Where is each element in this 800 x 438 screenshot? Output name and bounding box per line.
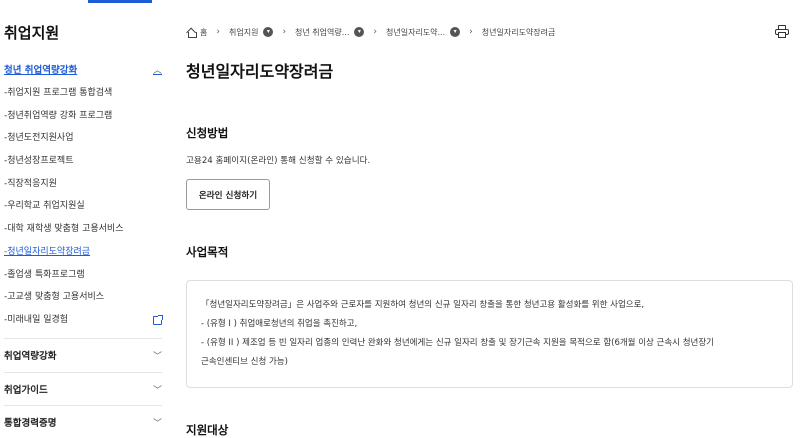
sidebar-section-youth-employment[interactable]: 청년 취업역량강화 ︿ [4, 60, 162, 78]
sidebar-divider [4, 338, 162, 339]
breadcrumb-home[interactable]: 홈 [200, 27, 207, 38]
sidebar-item[interactable]: -미래내일 일경험 [4, 309, 163, 332]
home-icon[interactable] [186, 28, 197, 38]
chevron-up-icon[interactable]: ︿ [153, 63, 162, 76]
breadcrumb: 홈 › 취업지원 ▾ › 청년 취업역량... ▾ › 청년일자리도약... ▾… [186, 24, 555, 40]
breadcrumb-current: 청년일자리도약장려금 [481, 27, 556, 37]
sidebar-section-label: 통합경력증명 [4, 418, 57, 429]
breadcrumb-item[interactable]: 청년일자리도약... [386, 27, 445, 38]
sidebar-item-label: -청년성장프로젝트 [4, 156, 74, 167]
sidebar-item[interactable]: -대학 재학생 맞춤형 고용서비스 [4, 218, 162, 241]
purpose-line: - (유형 II ) 제조업 등 빈 일자리 업종의 인력난 완화와 청년에게는… [201, 338, 714, 348]
sidebar-divider [4, 372, 162, 373]
sidebar-item[interactable]: -청년취업역량 강화 프로그램 [4, 105, 162, 128]
online-apply-button[interactable]: 온라인 신청하기 [186, 179, 270, 210]
sidebar-item-label: -청년도전지원사업 [4, 133, 74, 144]
purpose-line: - (유형 I ) 취업애로청년의 취업을 촉진하고, [201, 319, 358, 329]
sidebar-item-label: -취업지원 프로그램 통합검색 [4, 88, 113, 98]
sidebar-item-label: -직장적응지원 [4, 178, 57, 189]
sidebar-section-label: 청년 취업역량강화 [4, 65, 78, 76]
purpose-box: 「청년일자리도약장려금」은 사업주와 근로자를 지원하여 청년의 신규 일자리 … [186, 280, 793, 388]
chevron-right-icon: › [373, 27, 377, 37]
chevron-down-icon[interactable]: ﹀ [153, 349, 162, 362]
purpose-line: 근속인센티브 신청 가능) [201, 357, 288, 367]
breadcrumb-dropdown-icon[interactable]: ▾ [354, 27, 365, 37]
sidebar-item[interactable]: -청년도전지원사업 [4, 127, 162, 150]
chevron-right-icon: › [216, 27, 220, 37]
sidebar-item[interactable]: -청년성장프로젝트 [4, 150, 162, 173]
breadcrumb-item[interactable]: 청년 취업역량... [295, 27, 349, 38]
sidebar-section-competency[interactable]: 취업역량강화 ﹀ [4, 346, 162, 364]
purpose-heading: 사업목적 [186, 245, 229, 259]
page-title: 청년일자리도약장려금 [186, 62, 334, 81]
sidebar-section-label: 취업가이드 [4, 385, 48, 396]
chevron-right-icon: › [282, 27, 287, 37]
target-heading: 지원대상 [186, 423, 229, 437]
sidebar-section-career-certificate[interactable]: 통합경력증명 ﹀ [4, 413, 162, 431]
sidebar-item-label: -우리학교 취업지원실 [4, 201, 85, 212]
sidebar-item-label: -졸업생 특화프로그램 [4, 269, 85, 280]
apply-method-text: 고용24 홈페이지(온라인) 통해 신청할 수 있습니다. [186, 156, 371, 166]
breadcrumb-dropdown-icon[interactable]: ▾ [450, 27, 461, 37]
external-link-icon [153, 314, 163, 325]
sidebar-submenu: -취업지원 프로그램 통합검색 -청년취업역량 강화 프로그램 -청년도전지원사… [4, 82, 163, 332]
breadcrumb-dropdown-icon[interactable]: ▾ [263, 27, 274, 37]
sidebar-item[interactable]: -취업지원 프로그램 통합검색 [4, 82, 162, 105]
sidebar-section-guide[interactable]: 취업가이드 ﹀ [4, 380, 162, 398]
sidebar-item-label: -고교생 맞춤형 고용서비스 [4, 292, 105, 303]
sidebar-item[interactable]: -졸업생 특화프로그램 [4, 264, 162, 287]
sidebar-title: 취업지원 [4, 24, 60, 42]
breadcrumb-item[interactable]: 취업지원 [229, 27, 258, 38]
sidebar-item[interactable]: -고교생 맞춤형 고용서비스 [4, 286, 162, 309]
apply-method-heading: 신청방법 [186, 126, 229, 140]
chevron-right-icon: › [469, 27, 473, 37]
purpose-line: 「청년일자리도약장려금」은 사업주와 근로자를 지원하여 청년의 신규 일자리 … [201, 300, 645, 310]
sidebar-item-label: -대학 재학생 맞춤형 고용서비스 [4, 224, 124, 235]
sidebar-item[interactable]: -우리학교 취업지원실 [4, 195, 162, 218]
sidebar-divider [4, 405, 162, 406]
sidebar-item-label: -청년일자리도약장려금 [4, 246, 91, 257]
sidebar-item[interactable]: -직장적응지원 [4, 173, 162, 196]
sidebar-item-current[interactable]: -청년일자리도약장려금 [4, 241, 162, 264]
sidebar-item-label: -미래내일 일경험 [4, 314, 69, 325]
chevron-down-icon[interactable]: ﹀ [153, 383, 162, 396]
sidebar: 취업지원 청년 취업역량강화 ︿ -취업지원 프로그램 통합검색 -청년취업역량… [0, 0, 170, 438]
chevron-down-icon[interactable]: ﹀ [153, 416, 162, 429]
print-icon[interactable] [775, 25, 789, 38]
sidebar-item-label: -청년취업역량 강화 프로그램 [4, 110, 113, 121]
sidebar-section-label: 취업역량강화 [4, 351, 57, 362]
